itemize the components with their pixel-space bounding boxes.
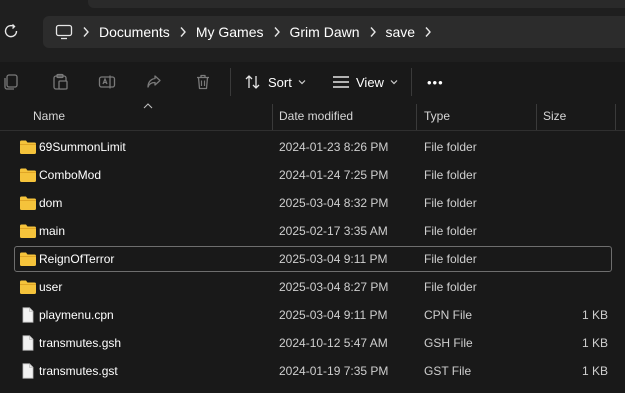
breadcrumb-save[interactable]: save	[386, 24, 416, 40]
folder-icon	[20, 252, 36, 266]
file-icon	[22, 307, 34, 323]
column-divider[interactable]	[536, 104, 537, 130]
chevron-right-icon[interactable]	[360, 22, 386, 42]
file-type: File folder	[424, 252, 477, 266]
file-name: ReignOfTerror	[39, 252, 115, 266]
view-icon	[333, 76, 349, 88]
file-date: 2025-03-04 8:27 PM	[279, 280, 389, 294]
folder-icon	[20, 224, 36, 238]
column-divider[interactable]	[416, 104, 417, 130]
command-bar: Sort View •••	[0, 62, 625, 102]
file-type: CPN File	[424, 308, 473, 322]
sort-ascending-icon	[143, 103, 153, 109]
file-name: dom	[39, 196, 63, 210]
navigation-bar: Documents My Games Grim Dawn save	[0, 0, 625, 62]
list-item[interactable]: playmenu.cpn 2025-03-04 9:11 PM CPN File…	[14, 302, 612, 328]
list-item[interactable]: ComboMod 2024-01-24 7:25 PM File folder	[14, 162, 612, 188]
copy-icon	[4, 74, 18, 90]
file-type: File folder	[424, 140, 477, 154]
chevron-down-icon	[390, 80, 398, 85]
more-options-button[interactable]: •••	[427, 68, 444, 96]
refresh-button[interactable]	[0, 20, 22, 42]
file-type: File folder	[424, 168, 477, 182]
file-name: transmutes.gst	[39, 364, 118, 378]
view-label: View	[356, 74, 384, 90]
address-bar[interactable]: Documents My Games Grim Dawn save	[43, 16, 625, 48]
chevron-right-icon[interactable]	[73, 22, 99, 42]
rename-icon	[98, 75, 116, 89]
folder-icon	[20, 168, 36, 182]
file-name: playmenu.cpn	[39, 308, 114, 322]
file-date: 2025-03-04 9:11 PM	[279, 252, 388, 266]
file-date: 2025-02-17 3:35 AM	[279, 224, 388, 238]
chevron-right-icon[interactable]	[415, 22, 441, 42]
column-size[interactable]: Size	[543, 102, 566, 130]
file-date: 2025-03-04 9:11 PM	[279, 308, 388, 322]
list-item[interactable]: user 2025-03-04 8:27 PM File folder	[14, 274, 612, 300]
list-item[interactable]: 69SummonLimit 2024-01-23 8:26 PM File fo…	[14, 134, 612, 160]
file-type: File folder	[424, 224, 477, 238]
tab-strip	[88, 0, 625, 8]
file-date: 2024-10-12 5:47 AM	[279, 336, 388, 350]
column-type[interactable]: Type	[424, 102, 450, 130]
file-size: 1 KB	[581, 364, 608, 378]
list-item[interactable]: transmutes.gsh 2024-10-12 5:47 AM GSH Fi…	[14, 330, 612, 356]
breadcrumb-documents[interactable]: Documents	[99, 24, 170, 40]
file-type: GST File	[424, 364, 472, 378]
refresh-icon	[4, 24, 18, 38]
chevron-down-icon	[298, 80, 306, 85]
file-icon	[22, 335, 34, 351]
toolbar-divider	[411, 68, 412, 96]
file-type: File folder	[424, 280, 477, 294]
column-date-modified[interactable]: Date modified	[279, 102, 353, 130]
column-header-row: Name Date modified Type Size	[0, 102, 625, 131]
delete-button[interactable]	[192, 71, 214, 93]
file-explorer-window: Documents My Games Grim Dawn save Sort V…	[0, 0, 625, 393]
column-divider[interactable]	[272, 104, 273, 130]
breadcrumb-my-games[interactable]: My Games	[196, 24, 264, 40]
breadcrumb-grim-dawn[interactable]: Grim Dawn	[290, 24, 360, 40]
chevron-right-icon[interactable]	[170, 22, 196, 42]
file-name: transmutes.gsh	[39, 336, 122, 350]
file-type: File folder	[424, 196, 477, 210]
paste-icon	[53, 73, 68, 90]
chevron-right-icon[interactable]	[264, 22, 290, 42]
more-icon: •••	[427, 74, 444, 90]
list-item-focused[interactable]: ReignOfTerror 2025-03-04 9:11 PM File fo…	[14, 246, 612, 272]
file-date: 2024-01-19 7:35 PM	[279, 364, 389, 378]
sort-button[interactable]: Sort	[244, 68, 306, 96]
sort-icon	[245, 75, 260, 89]
paste-button[interactable]	[49, 71, 71, 93]
trash-icon	[197, 74, 209, 90]
folder-icon	[20, 140, 36, 154]
folder-icon	[20, 196, 36, 210]
share-icon	[147, 75, 161, 88]
file-name: main	[39, 224, 66, 238]
file-date: 2024-01-23 8:26 PM	[279, 140, 389, 154]
file-name: ComboMod	[39, 168, 102, 182]
list-item[interactable]: dom 2025-03-04 8:32 PM File folder	[14, 190, 612, 216]
toolbar-divider	[230, 68, 231, 96]
file-date: 2024-01-24 7:25 PM	[279, 168, 389, 182]
copy-button[interactable]	[0, 71, 22, 93]
file-size: 1 KB	[581, 308, 608, 322]
monitor-icon[interactable]	[55, 23, 73, 41]
file-date: 2025-03-04 8:32 PM	[279, 196, 389, 210]
file-name: 69SummonLimit	[39, 140, 126, 154]
column-name[interactable]: Name	[33, 102, 65, 130]
share-button[interactable]	[143, 71, 165, 93]
file-type: GSH File	[424, 336, 473, 350]
list-item[interactable]: transmutes.gst 2024-01-19 7:35 PM GST Fi…	[14, 358, 612, 384]
folder-icon	[20, 280, 36, 294]
sort-label: Sort	[268, 74, 292, 90]
list-item[interactable]: main 2025-02-17 3:35 AM File folder	[14, 218, 612, 244]
rename-button[interactable]	[96, 71, 118, 93]
file-name: user	[39, 280, 63, 294]
file-size: 1 KB	[581, 336, 608, 350]
view-button[interactable]: View	[332, 68, 398, 96]
column-divider[interactable]	[615, 104, 616, 130]
file-icon	[22, 363, 34, 379]
